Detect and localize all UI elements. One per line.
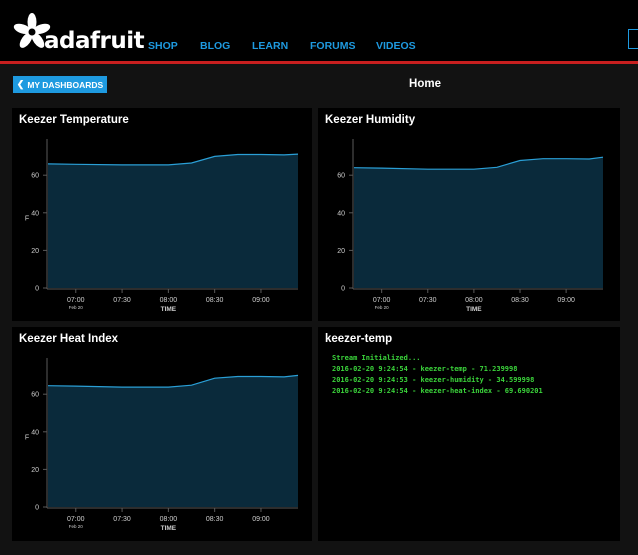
nav-shop-link[interactable]: SHOP: [148, 40, 178, 52]
x-tick-label: 09:00: [557, 297, 575, 304]
y-tick-label: 60: [31, 173, 39, 180]
x-tick-label: 07:30: [113, 297, 131, 304]
x-tick-label: 07:00: [373, 297, 391, 304]
heat-index-chart[interactable]: 60 40 20 0 F 07:00Feb 20 07:30 08:00 08:30 09:00 T…: [12, 327, 312, 541]
stream-log: Stream Initialized... 2016-02-20 9:24:54…: [332, 353, 543, 397]
y-axis-label: F: [25, 435, 29, 442]
y-tick-label: 20: [31, 467, 39, 474]
x-tick-sublabel: Feb 20: [69, 305, 84, 310]
temperature-chart[interactable]: 60 40 20 0 F 07:00Feb 20 07:30 08:00 08:30 09:00 T…: [12, 108, 312, 321]
y-tick-label: 40: [337, 210, 345, 217]
nav-learn-link[interactable]: LEARN: [252, 40, 288, 52]
my-dashboards-button[interactable]: ❮ MY DASHBOARDS: [13, 76, 107, 93]
series-area: [48, 375, 298, 507]
x-tick-label: 08:30: [206, 297, 224, 304]
stream-panel[interactable]: keezer-temp Stream Initialized... 2016-0…: [318, 327, 620, 541]
x-axis-label: TIME: [161, 306, 177, 313]
y-axis-label: F: [25, 216, 29, 223]
x-tick-label: 08:30: [511, 297, 529, 304]
x-axis-label: TIME: [466, 306, 482, 313]
x-tick-label: 09:00: [252, 297, 270, 304]
chart-panel-heat-index[interactable]: Keezer Heat Index 60 40 20 0 F 07:00 Feb 20 07:…: [12, 327, 312, 541]
nav-forums-link[interactable]: FORUMS: [310, 40, 356, 52]
nav-blog-link[interactable]: BLOG: [200, 40, 230, 52]
x-tick-label: 08:30: [206, 516, 224, 523]
y-tick-label: 60: [337, 173, 345, 180]
stream-title: keezer-temp: [325, 333, 393, 345]
stream-line: Stream Initialized...: [332, 354, 421, 362]
x-tick-label: 07:30: [113, 516, 131, 523]
top-nav: adafruit SHOP BLOG LEARN FORUMS VIDEOS: [0, 0, 638, 64]
x-tick-label: 08:00: [465, 297, 483, 304]
x-tick-sublabel: Feb 20: [375, 305, 390, 310]
y-tick-label: 20: [337, 248, 345, 255]
series-area: [354, 157, 603, 288]
x-tick-label: 07:00: [67, 297, 85, 304]
chart-panel-temperature[interactable]: Keezer Temperature 60 40 20 0 F 07:00 Feb 20 07…: [12, 108, 312, 321]
y-tick-label: 0: [341, 286, 345, 293]
menu-toggle-button[interactable]: [628, 29, 638, 49]
y-tick-label: 40: [31, 429, 39, 436]
stream-line: 2016-02-20 9:24:54 - keezer-heat-index -…: [332, 387, 543, 395]
x-tick-label: 08:00: [160, 297, 178, 304]
nav-videos-link[interactable]: VIDEOS: [376, 40, 416, 52]
x-tick-label: 09:00: [252, 516, 270, 523]
humidity-chart[interactable]: 60 40 20 0 07:00Feb 20 07:30 08:00 08:30 09:00 TI…: [318, 108, 620, 321]
y-tick-label: 20: [31, 248, 39, 255]
x-axis-label: TIME: [161, 525, 177, 532]
y-tick-label: 60: [31, 392, 39, 399]
stream-line: 2016-02-20 9:24:54 - keezer-temp - 71.23…: [332, 365, 518, 373]
chart-panel-humidity[interactable]: Keezer Humidity 60 40 20 0 07:00 Feb 20 07:30 0…: [318, 108, 620, 321]
brand-logo-text[interactable]: adafruit: [44, 28, 145, 54]
x-tick-sublabel: Feb 20: [69, 524, 84, 529]
y-tick-label: 0: [35, 505, 39, 512]
series-area: [48, 154, 298, 288]
my-dashboards-label: MY DASHBOARDS: [27, 79, 104, 90]
page-title: Home: [409, 78, 441, 90]
y-tick-label: 40: [31, 210, 39, 217]
stream-line: 2016-02-20 9:24:53 - keezer-humidity - 3…: [332, 376, 535, 384]
x-tick-label: 08:00: [160, 516, 178, 523]
x-tick-label: 07:30: [419, 297, 437, 304]
y-tick-label: 0: [35, 286, 39, 293]
chevron-left-icon: ❮: [16, 79, 25, 89]
x-tick-label: 07:00: [67, 516, 85, 523]
